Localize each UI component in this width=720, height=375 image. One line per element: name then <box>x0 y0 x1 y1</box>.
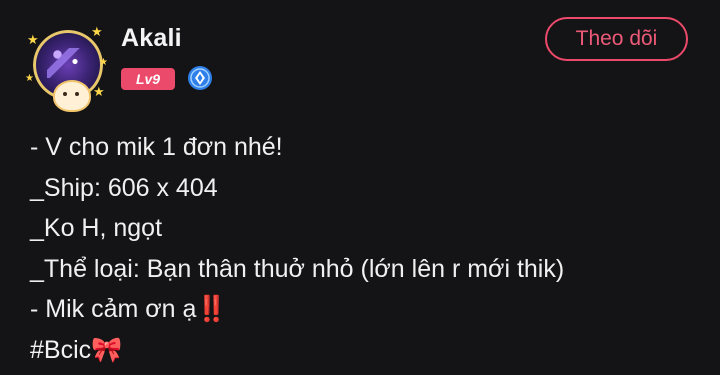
star-icon: ★ <box>27 33 39 48</box>
hashtag-link[interactable]: #Bcic <box>30 336 91 364</box>
avatar[interactable]: ★ ★ ★ ★ ★ <box>25 24 111 112</box>
post-line: _Ko H, ngọt <box>30 214 163 242</box>
star-icon: ★ <box>99 57 108 68</box>
post-line-with-emoji: - Mik cảm ơn ạ‼️ <box>30 289 700 330</box>
avatar-chibi-sticker <box>53 80 91 112</box>
follow-button[interactable]: Theo dõi <box>545 17 688 61</box>
post-line: _Ship: 606 x 404 <box>30 173 218 202</box>
star-icon: ★ <box>93 85 105 100</box>
double-exclamation-emoji: ‼️ <box>196 294 228 323</box>
post-line: _Thể loại: Bạn thân thuở nhỏ (lớn lên r … <box>30 254 565 283</box>
post-line: - V cho mik 1 đơn nhé! <box>30 133 283 161</box>
star-icon: ★ <box>91 25 103 40</box>
post-line-text: - Mik cảm ơn ạ <box>30 295 197 323</box>
star-icon: ★ <box>25 73 34 84</box>
verified-shield-icon <box>187 65 213 91</box>
username[interactable]: Akali <box>121 24 182 53</box>
ribbon-emoji: 🎀 <box>91 334 123 364</box>
post-hashtag-line: #Bcic🎀 <box>30 330 700 371</box>
level-badge: Lv9 <box>121 68 175 90</box>
post-header: ★ ★ ★ ★ ★ Akali Lv9 Theo dõi <box>0 0 720 112</box>
post-content: - V cho mik 1 đơn nhé! _Ship: 606 x 404 … <box>30 127 700 370</box>
